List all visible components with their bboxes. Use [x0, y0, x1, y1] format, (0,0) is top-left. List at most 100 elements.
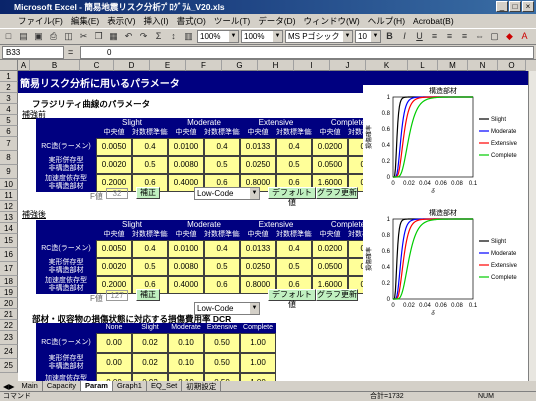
- font-size-select[interactable]: 10: [355, 30, 381, 43]
- row-header[interactable]: 5: [0, 115, 18, 126]
- dcr-cell[interactable]: 0.10: [168, 353, 204, 373]
- menu-item-3[interactable]: 挿入(I): [140, 15, 173, 27]
- default-value-button[interactable]: デフォルト値: [268, 187, 316, 207]
- dcr-cell[interactable]: 0.10: [168, 373, 204, 381]
- row-header[interactable]: 21: [0, 309, 18, 320]
- close-icon[interactable]: ×: [522, 1, 534, 12]
- redo-icon[interactable]: ↷: [137, 30, 150, 43]
- underline-icon[interactable]: U: [413, 30, 426, 43]
- dcr-cell[interactable]: 0.00: [96, 333, 132, 353]
- column-header[interactable]: C: [80, 60, 114, 71]
- sheet-tab-5[interactable]: 初期設定: [182, 381, 222, 391]
- row-header[interactable]: 24: [0, 345, 18, 359]
- border-icon[interactable]: ▢: [488, 30, 501, 43]
- f-value-input-2[interactable]: 127: [106, 290, 128, 301]
- vertical-scrollbar[interactable]: [528, 71, 536, 381]
- sheet-tab-2[interactable]: Param: [81, 381, 113, 391]
- dcr-cell[interactable]: 1.00: [240, 333, 276, 353]
- italic-icon[interactable]: I: [398, 30, 411, 43]
- table-cell[interactable]: 0.4: [132, 138, 168, 156]
- row-header[interactable]: 6: [0, 126, 18, 137]
- row-header[interactable]: 17: [0, 262, 18, 276]
- table-cell[interactable]: 0.0500: [312, 258, 348, 276]
- merge-icon[interactable]: ⇔: [473, 30, 486, 43]
- sort-icon[interactable]: ↕: [167, 30, 180, 43]
- preview-icon[interactable]: ◫: [62, 30, 75, 43]
- table-cell[interactable]: 0.0050: [96, 138, 132, 156]
- table-cell[interactable]: 0.0133: [240, 138, 276, 156]
- dcr-cell[interactable]: 0.10: [168, 333, 204, 353]
- align-right-icon[interactable]: ≡: [458, 30, 471, 43]
- table-cell[interactable]: 0.5: [132, 258, 168, 276]
- table-cell[interactable]: 0.5: [132, 156, 168, 174]
- copy-icon[interactable]: ❐: [92, 30, 105, 43]
- new-file-icon[interactable]: □: [2, 30, 15, 43]
- column-header[interactable]: O: [498, 60, 526, 71]
- correct-button-2[interactable]: 補正: [136, 289, 160, 301]
- column-header[interactable]: L: [408, 60, 438, 71]
- menu-item-1[interactable]: 編集(E): [67, 15, 103, 27]
- sum-icon[interactable]: Σ: [152, 30, 165, 43]
- chart-icon[interactable]: ▥: [182, 30, 195, 43]
- table-cell[interactable]: 0.0250: [240, 156, 276, 174]
- dcr-cell[interactable]: 0.02: [132, 373, 168, 381]
- row-header[interactable]: 1: [0, 71, 18, 82]
- dcr-cell[interactable]: 0.00: [96, 373, 132, 381]
- table-cell[interactable]: 0.4: [276, 240, 312, 258]
- select-all-corner[interactable]: [0, 60, 18, 71]
- fragility-chart-before[interactable]: 構造部材0 0.02 0.04 0.06 0.08 0.100.20.40.60.81損傷…: [363, 85, 536, 200]
- paste-icon[interactable]: ▦: [107, 30, 120, 43]
- table-cell[interactable]: 0.6: [204, 276, 240, 294]
- correct-button[interactable]: 補正: [136, 187, 160, 199]
- row-header[interactable]: 25: [0, 359, 18, 373]
- dcr-cell[interactable]: 0.02: [132, 333, 168, 353]
- column-header[interactable]: J: [330, 60, 366, 71]
- table-cell[interactable]: 0.0500: [312, 156, 348, 174]
- dcr-cell[interactable]: 0.50: [204, 353, 240, 373]
- dcr-cell[interactable]: 0.50: [204, 333, 240, 353]
- column-header[interactable]: I: [294, 60, 330, 71]
- dcr-cell[interactable]: 0.02: [132, 353, 168, 373]
- row-header[interactable]: 15: [0, 234, 18, 248]
- formula-input[interactable]: 0: [80, 46, 534, 59]
- code-dropdown[interactable]: Low-Code: [194, 187, 260, 200]
- row-header[interactable]: 2: [0, 82, 18, 93]
- table-cell[interactable]: 0.0020: [96, 258, 132, 276]
- fragility-chart-after[interactable]: 構造部材0 0.02 0.04 0.06 0.08 0.100.20.40.60.81損傷…: [363, 207, 536, 322]
- column-header[interactable]: E: [150, 60, 186, 71]
- update-graph-button-2[interactable]: グラフ更新: [316, 289, 358, 301]
- row-header[interactable]: 3: [0, 93, 18, 104]
- table-cell[interactable]: 0.0080: [168, 156, 204, 174]
- row-header[interactable]: 12: [0, 201, 18, 212]
- maximize-icon[interactable]: □: [509, 1, 521, 12]
- zoom-select-2[interactable]: 100%: [241, 30, 283, 43]
- column-header[interactable]: G: [222, 60, 258, 71]
- row-header[interactable]: 23: [0, 331, 18, 345]
- column-header[interactable]: H: [258, 60, 294, 71]
- zoom-select[interactable]: 100%: [197, 30, 239, 43]
- menu-item-8[interactable]: ヘルプ(H): [364, 15, 409, 27]
- row-header[interactable]: 22: [0, 320, 18, 331]
- table-cell[interactable]: 0.0250: [240, 258, 276, 276]
- table-cell[interactable]: 0.0100: [168, 138, 204, 156]
- row-header[interactable]: 4: [0, 104, 18, 115]
- table-cell[interactable]: 0.4: [276, 138, 312, 156]
- table-cell[interactable]: 0.0020: [96, 156, 132, 174]
- sheet-tab-4[interactable]: EQ_Set: [147, 381, 183, 391]
- dcr-cell[interactable]: 1.00: [240, 353, 276, 373]
- fill-color-icon[interactable]: ◆: [503, 30, 516, 43]
- align-left-icon[interactable]: ≡: [428, 30, 441, 43]
- table-cell[interactable]: 0.5: [276, 156, 312, 174]
- table-cell[interactable]: 0.0080: [168, 258, 204, 276]
- tab-nav-icon[interactable]: ◀▶: [0, 382, 18, 391]
- bold-icon[interactable]: B: [383, 30, 396, 43]
- row-header[interactable]: 13: [0, 212, 18, 223]
- row-header[interactable]: 7: [0, 137, 18, 151]
- f-value-input[interactable]: 32: [106, 188, 128, 199]
- table-cell[interactable]: 0.4: [204, 138, 240, 156]
- table-cell[interactable]: 0.0050: [96, 240, 132, 258]
- sheet-tab-0[interactable]: Main: [18, 381, 43, 391]
- menu-item-2[interactable]: 表示(V): [103, 15, 139, 27]
- column-header[interactable]: M: [438, 60, 468, 71]
- menu-item-7[interactable]: ウィンドウ(W): [300, 15, 364, 27]
